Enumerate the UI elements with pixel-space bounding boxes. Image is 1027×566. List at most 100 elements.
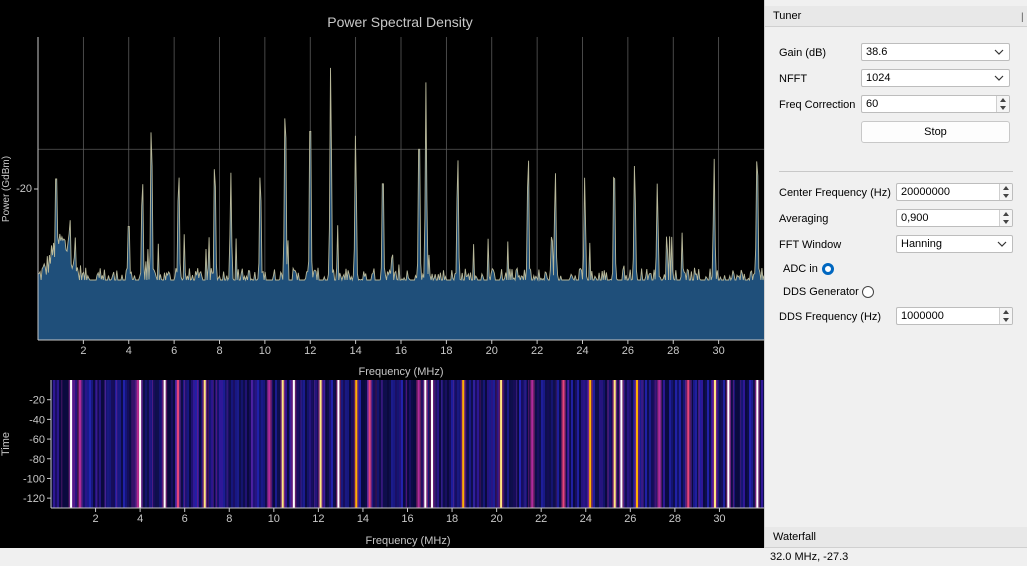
psd-xtick-label: 18 — [440, 345, 452, 357]
waterfall-line — [203, 380, 206, 508]
dds-frequency-stepper[interactable] — [999, 308, 1012, 324]
dds-frequency-value: 1000000 — [901, 310, 944, 322]
spin-down-icon — [1003, 194, 1009, 198]
waterfall-line — [292, 380, 295, 508]
plot-area[interactable]: Power Spectral Density 2 4 6 8 10 12 14 16 18 20 2… — [0, 0, 764, 548]
spin-up-icon — [1003, 310, 1009, 314]
waterfall-line — [70, 380, 73, 508]
gain-label: Gain (dB) — [779, 47, 827, 59]
chevron-down-icon — [994, 49, 1004, 55]
waterfall-line — [658, 380, 661, 508]
spin-down-icon — [1000, 106, 1006, 110]
waterfall-line — [431, 380, 434, 508]
psd-title: Power Spectral Density — [327, 14, 473, 30]
waterfall-line — [139, 380, 142, 508]
psd-xtick-label: 6 — [171, 345, 177, 357]
psd-xtick-label: 2 — [80, 345, 86, 357]
waterfall-ytick-label: -60 — [29, 434, 45, 446]
averaging-label: Averaging — [779, 213, 829, 225]
spin-up-icon — [1000, 98, 1006, 102]
nfft-value: 1024 — [866, 72, 891, 84]
dock-edge-handle[interactable]: | — [1021, 12, 1024, 23]
waterfall-xtick-label: 20 — [491, 513, 503, 525]
psd-ylabel: Power (GdBm) — [1, 156, 12, 222]
waterfall-line — [620, 380, 623, 508]
dds-frequency-spinbox[interactable]: 1000000 — [896, 307, 1013, 325]
dds-generator-label: DDS Generator — [783, 286, 859, 298]
waterfall-xtick-label: 28 — [669, 513, 681, 525]
psd-xlabel: Frequency (MHz) — [359, 366, 444, 378]
waterfall-line — [713, 380, 716, 508]
waterfall-line — [589, 380, 592, 508]
stop-button[interactable]: Stop — [861, 121, 1010, 143]
spin-down-icon — [1003, 318, 1009, 322]
psd-xtick-label: 14 — [350, 345, 362, 357]
waterfall-ytick-label: -80 — [29, 454, 45, 466]
gain-combobox[interactable]: 38.6 — [861, 43, 1010, 61]
waterfall-line — [355, 380, 358, 508]
gain-value: 38.6 — [866, 46, 888, 58]
nfft-label: NFFT — [779, 73, 808, 85]
chevron-down-icon — [994, 75, 1004, 81]
tuner-dock: Tuner Gain (dB) 38.6 NFFT 1024 Freq Corr… — [764, 0, 1027, 548]
center-frequency-label: Center Frequency (Hz) — [779, 187, 891, 199]
waterfall-line — [163, 380, 166, 508]
waterfall-line — [727, 380, 730, 508]
waterfall-ylabel: Time — [0, 432, 12, 456]
psd-plot[interactable]: Power Spectral Density 2 4 6 8 10 12 14 16 18 20 2… — [0, 0, 764, 378]
status-bar-left — [0, 548, 764, 566]
averaging-spinbox[interactable]: 0,900 — [896, 209, 1013, 227]
dds-generator-radio[interactable] — [862, 286, 874, 298]
psd-xtick-label: 10 — [259, 345, 271, 357]
freq-correction-label: Freq Correction — [779, 99, 856, 111]
waterfall-xtick-label: 14 — [357, 513, 369, 525]
waterfall-line — [687, 380, 690, 508]
psd-xtick-label: 8 — [216, 345, 222, 357]
averaging-stepper[interactable] — [999, 210, 1012, 226]
waterfall-line — [417, 380, 420, 508]
tuner-separator — [779, 171, 1013, 172]
psd-xtick-label: 28 — [667, 345, 679, 357]
fft-window-value: Hanning — [901, 238, 942, 250]
waterfall-plot[interactable]: 2 4 6 8 10 12 14 16 18 20 22 24 26 28 30 -20-40-60-80-… — [0, 378, 764, 548]
spin-down-icon — [1003, 220, 1009, 224]
waterfall-line — [368, 380, 371, 508]
waterfall-xtick-label: 16 — [401, 513, 413, 525]
tuner-dock-title[interactable]: Tuner — [765, 6, 1027, 27]
center-frequency-stepper[interactable] — [999, 184, 1012, 200]
waterfall-line — [462, 380, 465, 508]
waterfall-line — [78, 380, 81, 508]
waterfall-x-ticks: 2 4 6 8 10 12 14 16 18 20 22 24 26 28 30 — [93, 508, 726, 525]
nfft-combobox[interactable]: 1024 — [861, 69, 1010, 87]
fft-window-combobox[interactable]: Hanning — [896, 235, 1013, 253]
status-bar: 32.0 MHz, -27.3 — [764, 548, 1027, 566]
adc-in-radio[interactable] — [822, 263, 834, 275]
waterfall-ytick-label: -120 — [23, 493, 45, 505]
waterfall-ytick-label: -20 — [29, 395, 45, 407]
dds-frequency-label: DDS Frequency (Hz) — [779, 311, 882, 323]
psd-xtick-label: 12 — [304, 345, 316, 357]
waterfall-line — [531, 380, 534, 508]
center-frequency-spinbox[interactable]: 20000000 — [896, 183, 1013, 201]
psd-xtick-label: 20 — [486, 345, 498, 357]
freq-correction-stepper[interactable] — [996, 96, 1009, 112]
waterfall-xtick-label: 30 — [713, 513, 725, 525]
freq-correction-spinbox[interactable]: 60 — [861, 95, 1010, 113]
status-readout: 32.0 MHz, -27.3 — [770, 551, 849, 563]
psd-xtick-label: 4 — [126, 345, 132, 357]
waterfall-xtick-label: 12 — [312, 513, 324, 525]
psd-x-ticks: 2 4 6 8 10 12 14 16 18 20 22 24 26 28 30 — [80, 340, 725, 357]
spin-up-icon — [1003, 212, 1009, 216]
waterfall-line — [424, 380, 427, 508]
waterfall-line — [319, 380, 322, 508]
waterfall-line — [562, 380, 565, 508]
waterfall-line — [268, 380, 271, 508]
waterfall-line — [281, 380, 284, 508]
waterfall-xtick-label: 18 — [446, 513, 458, 525]
psd-xtick-label: 22 — [531, 345, 543, 357]
waterfall-xtick-label: 24 — [580, 513, 592, 525]
center-frequency-value: 20000000 — [901, 186, 950, 198]
waterfall-ytick-label: -40 — [29, 414, 45, 426]
psd-xtick-label: 26 — [622, 345, 634, 357]
waterfall-dock-title[interactable]: Waterfall — [765, 527, 1027, 548]
